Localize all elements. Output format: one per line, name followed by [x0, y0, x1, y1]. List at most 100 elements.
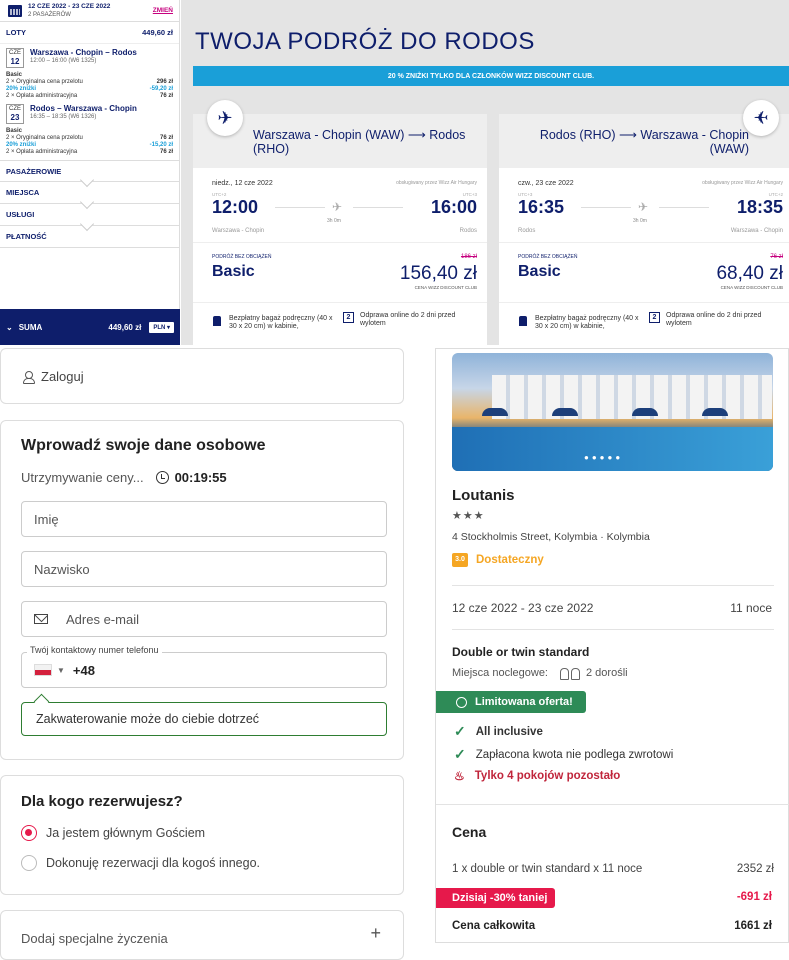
- flight-route: Warszawa - Chopin – Rodos: [30, 48, 137, 57]
- beds-info: Miejsca noclegowe: 2 dorośli: [452, 667, 628, 680]
- radio-someone-else-label[interactable]: Dokonuję rezerwacji dla kogoś innego.: [46, 856, 260, 870]
- clock-icon: [456, 696, 467, 708]
- calendar-icon: [8, 4, 22, 17]
- total-value: 1661 zł: [734, 920, 772, 932]
- change-link[interactable]: ZMIEŃ: [153, 7, 173, 14]
- phone-field[interactable]: ▼ +48: [21, 652, 387, 688]
- operator: obsługiwany przez Wizz Air Hungary: [396, 180, 477, 186]
- login-box[interactable]: Zaloguj: [0, 348, 404, 404]
- flight-times: 16:35 – 18:35 (W6 1326): [30, 114, 97, 120]
- operator: obsługiwany przez Wizz Air Hungary: [702, 180, 783, 186]
- flight-times: 12:00 – 16:00 (W6 1325): [30, 58, 97, 64]
- flights-total: 449,60 zł: [142, 28, 173, 37]
- poland-flag-icon: [34, 664, 52, 676]
- form-title: Wprowadź swoje dane osobowe: [21, 437, 266, 454]
- section-services[interactable]: USŁUGI: [0, 204, 179, 232]
- stay-dates: 12 cze 2022 - 23 cze 2022: [452, 601, 594, 615]
- limited-offer-badge: Limitowana oferta!: [436, 691, 586, 713]
- plane-icon: ✈: [638, 200, 649, 214]
- old-price: 76 zł: [770, 254, 783, 260]
- plane-icon: ✈: [743, 100, 779, 136]
- arrival-time: 18:35: [736, 197, 783, 217]
- special-requests-box[interactable]: Dodaj specjalne życzenia +: [0, 910, 404, 960]
- fare-price: 156,40 zł: [399, 263, 477, 284]
- contact-tooltip: Zakwaterowanie może do ciebie dotrzeć: [21, 702, 387, 736]
- radio-main-guest[interactable]: [21, 825, 37, 841]
- currency-select[interactable]: PLN ▾: [149, 321, 174, 333]
- plane-icon: ✈: [207, 100, 243, 136]
- hotel-address: 4 Stockholmis Street, Kolymbia · Kolymbi…: [452, 531, 650, 543]
- calendar-icon: 2: [343, 312, 354, 323]
- bag-icon: [213, 316, 221, 326]
- outbound-flight-card[interactable]: ✈ Warszawa - Chopin (WAW) ⟶ Rodos (RHO) …: [193, 100, 487, 345]
- nights-count: 11 noce: [730, 601, 772, 615]
- star-rating: ★★★: [452, 510, 485, 522]
- flight-summary-screenshot: 12 CZE 2022 - 23 CZE 2022 2 PASAŻERÓW ZM…: [0, 0, 789, 345]
- duration: 3h 0m: [633, 218, 647, 224]
- special-requests-label: Dodaj specjalne życzenia: [21, 931, 168, 946]
- page-title: TWOJA PODRÓŻ DO RODOS: [195, 28, 535, 55]
- last-name-field[interactable]: Nazwisko: [21, 551, 387, 587]
- personal-details-form: Wprowadź swoje dane osobowe Utrzymywanie…: [0, 420, 404, 760]
- calendar-icon: 2: [649, 312, 660, 323]
- hotel-summary: ●●●●● Loutanis ★★★ 4 Stockholmis Street,…: [435, 348, 789, 943]
- hotel-photo-carousel[interactable]: ●●●●●: [452, 353, 773, 471]
- inbound-fare-breakdown: Basic 2 × Oryginalna cena przelotu 76 zł …: [6, 128, 173, 155]
- sum-label: SUMA: [18, 322, 43, 332]
- price-line-item: 1 x double or twin standard x 11 noce 235…: [452, 863, 774, 875]
- login-link[interactable]: Zaloguj: [23, 369, 84, 384]
- section-payment[interactable]: PŁATNOŚĆ: [0, 226, 179, 248]
- sum-bar[interactable]: ⌄ SUMA 449,60 zł PLN ▾: [0, 309, 180, 345]
- radio-someone-else[interactable]: [21, 855, 37, 871]
- chevron-down-icon: ⌄: [6, 322, 13, 332]
- radio-main-guest-label[interactable]: Ja jestem głównym Gościem: [46, 826, 205, 840]
- departure-time: 16:35: [518, 197, 565, 217]
- discount-club-banner[interactable]: 20 % ZNIŻKI TYLKO DLA CZŁONKÓW WIZZ DISC…: [193, 66, 789, 86]
- flight-date: niedz., 12 cze 2022: [212, 180, 273, 187]
- rating-label: Dostateczny: [476, 554, 544, 566]
- fire-icon: ♨: [454, 769, 465, 783]
- booking-for-title: Dla kogo rezerwujesz?: [21, 793, 183, 810]
- price-title: Cena: [452, 824, 487, 840]
- mail-icon: [34, 614, 48, 624]
- country-code-dropdown[interactable]: ▼: [57, 666, 65, 675]
- carousel-dots[interactable]: ●●●●●: [584, 453, 623, 462]
- trip-overview: TWOJA PODRÓŻ DO RODOS 20 % ZNIŻKI TYLKO …: [181, 0, 789, 345]
- fare-option[interactable]: PODRÓŻ BEZ OBCIĄŻEŃ Basic 186 zł 156,40 …: [193, 243, 487, 303]
- plus-icon[interactable]: +: [370, 923, 381, 944]
- total-label: Cena całkowita: [452, 920, 536, 932]
- rooms-left-warning: ♨ Tylko 4 pokojów pozostało: [454, 769, 621, 783]
- date-box: CZE 23: [6, 104, 24, 124]
- inbound-flight: CZE 23 Rodos – Warszawa - Chopin 16:35 – …: [0, 100, 179, 126]
- booking-sidebar: 12 CZE 2022 - 23 CZE 2022 2 PASAŻERÓW ZM…: [0, 0, 180, 345]
- fare-option[interactable]: PODRÓŻ BEZ OBCIĄŻEŃ Basic 76 zł 68,40 zł…: [499, 243, 789, 303]
- phone-label: Twój kontaktowy numer telefonu: [27, 645, 162, 655]
- passenger-count: 2 PASAŻERÓW: [28, 11, 71, 18]
- check-icon: ✓: [454, 746, 466, 762]
- flights-section-header: LOTY 449,60 zł: [0, 22, 179, 44]
- section-passengers[interactable]: PASAŻEROWIE: [0, 160, 179, 188]
- feature-non-refundable: ✓ Zapłacona kwota nie podlega zwrotowi: [454, 746, 674, 762]
- email-field[interactable]: Adres e-mail: [21, 601, 387, 637]
- user-icon: [23, 371, 35, 384]
- trip-dates: 12 CZE 2022 - 23 CZE 2022: [28, 2, 111, 10]
- hotel-name: Loutanis: [452, 487, 515, 504]
- outbound-flight: CZE 12 Warszawa - Chopin – Rodos 12:00 – …: [0, 44, 179, 70]
- today-discount-badge: Dzisiaj -30% taniej: [436, 888, 556, 908]
- return-flight-card[interactable]: ✈ Rodos (RHO) ⟶ Warszawa - Chopin (WAW) …: [499, 100, 789, 345]
- room-type: Double or twin standard: [452, 645, 590, 659]
- section-seats[interactable]: MIEJSCA: [0, 182, 179, 210]
- people-icon: [560, 667, 580, 680]
- bag-icon: [519, 316, 527, 326]
- rating-badge: 3.0: [452, 553, 468, 567]
- booking-for-box: Dla kogo rezerwujesz? Ja jestem głównym …: [0, 775, 404, 895]
- duration: 3h 0m: [327, 218, 341, 224]
- fare-name: Basic: [518, 263, 561, 280]
- clock-icon: [155, 471, 169, 484]
- old-price: 186 zł: [460, 254, 477, 260]
- discount-value: -691 zł: [736, 891, 772, 903]
- fare-price: 68,40 zł: [716, 263, 783, 284]
- first-name-field[interactable]: Imię: [21, 501, 387, 537]
- date-box: CZE 12: [6, 48, 24, 68]
- sum-value: 449,60 zł: [108, 322, 142, 332]
